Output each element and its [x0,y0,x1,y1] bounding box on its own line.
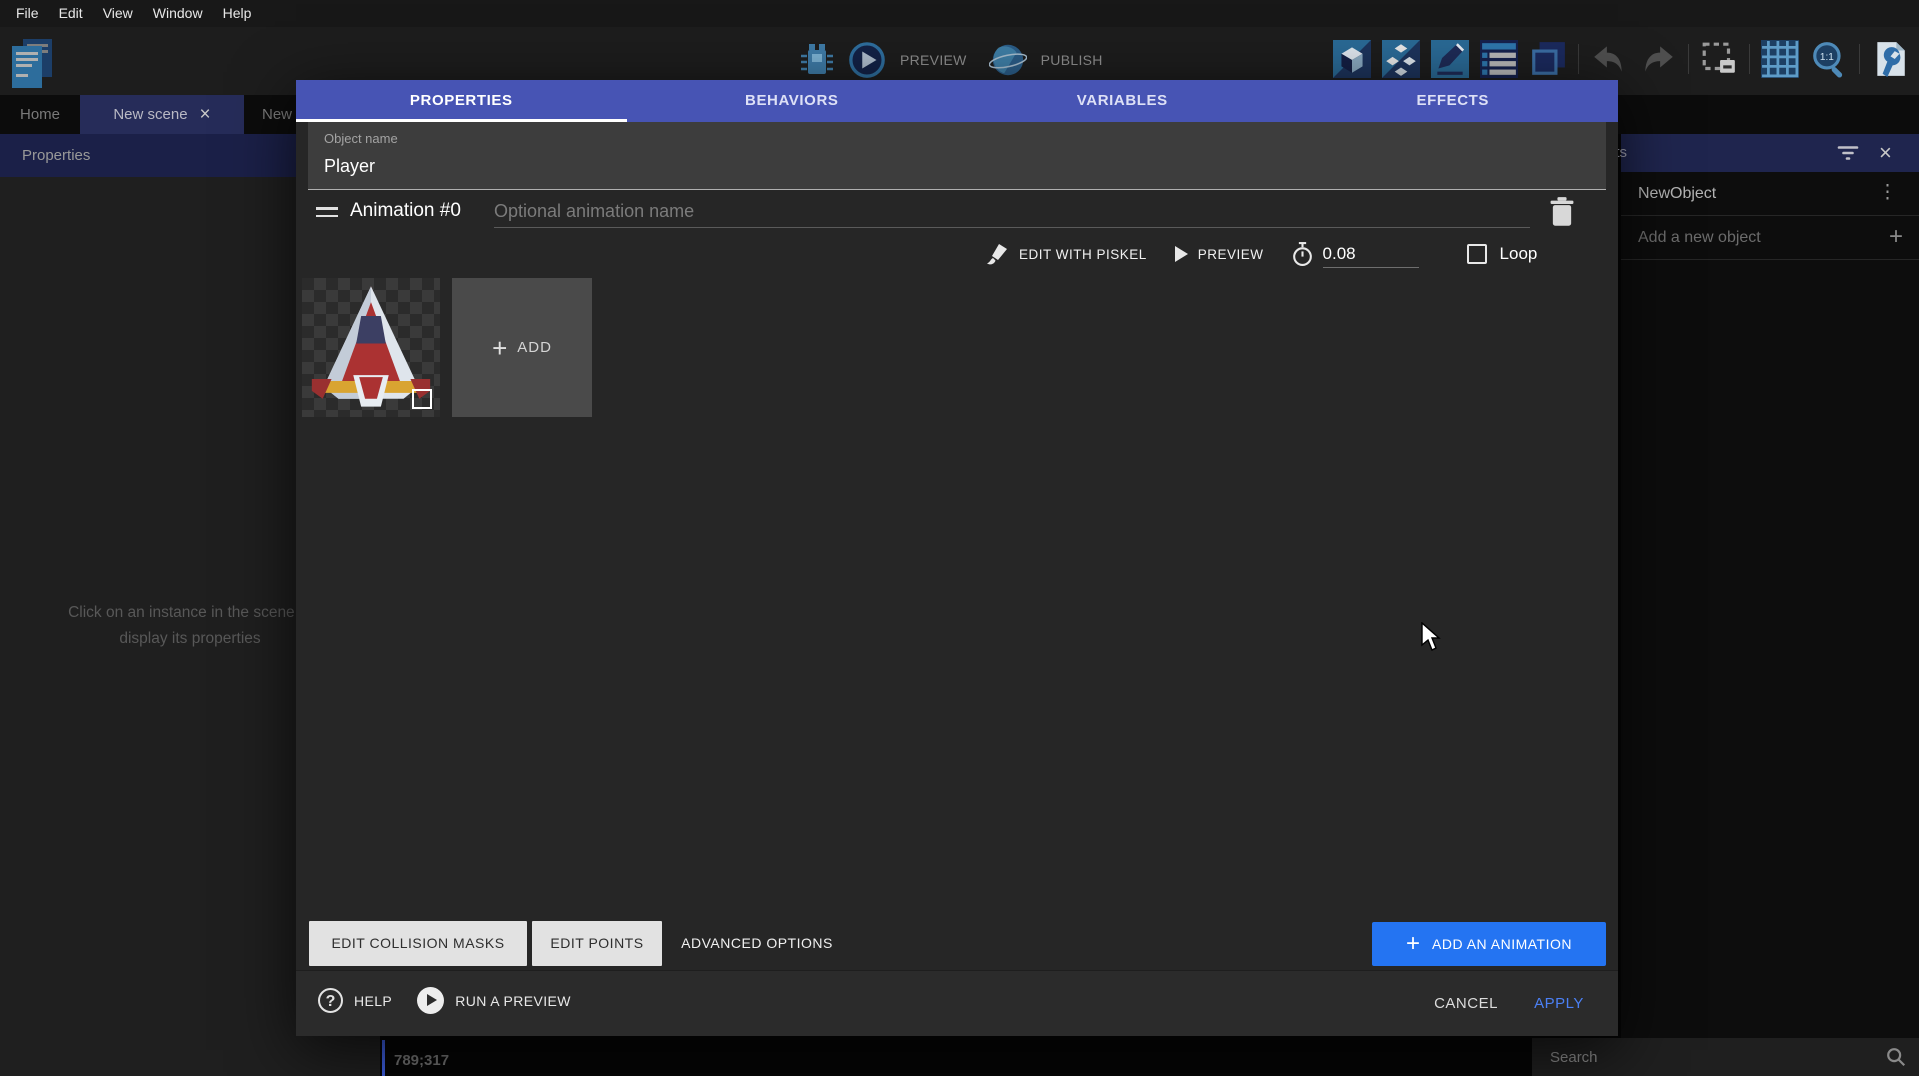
edit-collision-masks-button[interactable]: EDIT COLLISION MASKS [309,921,527,966]
add-frame-label: ADD [517,339,552,356]
preview-label[interactable]: PREVIEW [900,52,967,68]
redo-icon[interactable] [1639,40,1677,78]
object-name: NewObject [1638,172,1716,216]
grid-icon[interactable] [1761,40,1799,78]
tab-behaviors[interactable]: BEHAVIORS [627,80,958,122]
close-panel-icon[interactable]: × [1879,138,1892,168]
add-frame-button[interactable]: + ADD [452,278,592,417]
tab-new-scene[interactable]: New scene × [80,95,244,134]
play-icon [1175,246,1188,262]
animation-preview-button[interactable]: PREVIEW [1198,247,1264,262]
tab-effects[interactable]: EFFECTS [1288,80,1619,122]
mask-selection-icon[interactable] [1700,40,1738,78]
menu-file[interactable]: File [6,0,49,27]
objects-cubes-icon[interactable] [1382,40,1420,78]
stopwatch-icon [1290,241,1315,267]
animation-name-input[interactable] [494,196,1530,228]
plus-icon: + [492,335,507,361]
undo-icon[interactable] [1590,40,1628,78]
cursor-coordinates: 789;317 [394,1052,449,1069]
more-vertical-icon[interactable]: ⋮ [1878,181,1897,204]
object-editor-dialog: PROPERTIES BEHAVIORS VARIABLES EFFECTS O… [296,80,1618,1036]
objects-panel: Objects × NewObject ⋮ Add a new object + [1621,134,1919,1076]
menu-window[interactable]: Window [143,0,213,27]
preview-icon[interactable] [848,41,886,79]
dialog-secondary-actions: EDIT COLLISION MASKS EDIT POINTS ADVANCE… [296,921,1618,967]
menu-bar: File Edit View Window Help [0,0,1919,27]
sprite-frame-thumbnail[interactable] [302,278,440,417]
scene-cube-icon[interactable] [1333,40,1371,78]
mouse-cursor [1420,622,1442,652]
cancel-button[interactable]: CANCEL [1423,989,1509,1019]
menu-edit[interactable]: Edit [49,0,93,27]
edit-points-button[interactable]: EDIT POINTS [532,921,662,966]
drag-handle-icon[interactable] [316,207,338,222]
plus-icon[interactable]: + [1889,223,1903,251]
advanced-options-button[interactable]: ADVANCED OPTIONS [662,921,852,966]
menu-view[interactable]: View [93,0,143,27]
project-manager-icon[interactable] [8,37,56,91]
add-an-animation-label: ADD AN ANIMATION [1432,936,1572,952]
loop-label: Loop [1500,244,1538,264]
help-button[interactable]: HELP [354,993,392,1009]
objects-panel-header: Objects × [1621,134,1919,172]
canvas-edge-accent [382,1040,385,1076]
time-between-frames-input[interactable] [1323,240,1419,268]
object-list-item[interactable]: NewObject ⋮ [1621,172,1919,216]
add-new-object-label: Add a new object [1638,216,1761,260]
tab-home[interactable]: Home [0,95,80,134]
add-an-animation-button[interactable]: + ADD AN ANIMATION [1372,922,1606,966]
apply-button[interactable]: APPLY [1524,989,1594,1019]
plus-icon: + [1406,932,1420,956]
animation-controls-row: EDIT WITH PISKEL PREVIEW Loop [986,236,1537,272]
object-name-field: Object name [308,122,1606,190]
wrench-settings-icon[interactable] [1871,40,1909,78]
publish-label[interactable]: PUBLISH [1041,52,1103,68]
tab-properties[interactable]: PROPERTIES [296,80,627,122]
layers-icon[interactable] [1529,40,1567,78]
dialog-footer: ? HELP RUN A PREVIEW CANCEL APPLY [296,970,1618,1036]
toolbar-separator [1688,44,1689,74]
edit-scene-pencil-icon[interactable] [1431,40,1469,78]
add-new-object-row[interactable]: Add a new object + [1621,216,1919,260]
zoom-1-1-icon[interactable]: 1:1 [1810,40,1848,78]
animation-header-row: Animation #0 [296,190,1618,240]
events-list-icon[interactable] [1480,40,1518,78]
brush-icon [986,242,1010,266]
search-icon[interactable] [1885,1046,1907,1068]
trash-icon[interactable] [1548,196,1576,228]
toolbar-separator [1859,44,1860,74]
toolbar-separator [1578,44,1579,74]
help-icon[interactable]: ? [318,988,343,1013]
run-preview-icon[interactable] [417,987,444,1014]
one-to-one-glyph: 1:1 [1820,52,1834,63]
dialog-tab-bar: PROPERTIES BEHAVIORS VARIABLES EFFECTS [296,80,1618,122]
search-input[interactable] [1550,1044,1850,1070]
publish-icon[interactable] [989,41,1027,79]
frame-select-checkbox[interactable] [412,389,432,409]
animation-title: Animation #0 [350,200,461,222]
filter-icon[interactable] [1837,145,1859,161]
objects-search-bar [1532,1038,1919,1076]
menu-help[interactable]: Help [213,0,262,27]
edit-with-piskel-button[interactable]: EDIT WITH PISKEL [1019,247,1147,262]
run-a-preview-button[interactable]: RUN A PREVIEW [455,993,571,1009]
object-name-input[interactable] [324,152,1584,180]
loop-checkbox[interactable] [1467,244,1487,264]
tab-variables[interactable]: VARIABLES [957,80,1288,122]
close-tab-icon[interactable]: × [200,105,211,124]
object-name-label: Object name [324,131,398,146]
tab-new-scene-label: New scene [113,95,187,134]
toolbar-separator [1749,44,1750,74]
debug-icon[interactable] [800,42,834,78]
